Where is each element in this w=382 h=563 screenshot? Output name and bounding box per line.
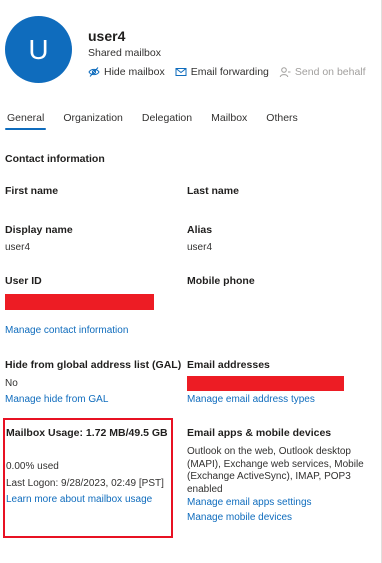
contact-section-title: Contact information [5,153,105,165]
tab-bar: General Organization Delegation Mailbox … [5,112,315,130]
mail-icon [175,66,187,78]
user-name: user4 [88,28,126,44]
alias-value: user4 [187,242,213,253]
manage-gal-link[interactable]: Manage hide from GAL [5,394,108,405]
hide-icon [88,66,100,78]
user-id-label: User ID [5,275,42,287]
send-on-behalf-button[interactable]: Send on behalf [279,66,366,78]
hide-mailbox-label: Hide mailbox [104,66,165,78]
email-apps-label: Email apps & mobile devices [187,427,332,439]
mailbox-details-panel: U user4 Shared mailbox Hide mailbox Emai… [0,0,382,563]
tab-organization[interactable]: Organization [61,112,125,130]
tab-mailbox[interactable]: Mailbox [209,112,249,130]
gal-value: No [5,378,18,389]
manage-email-apps-link[interactable]: Manage email apps settings [187,497,312,508]
manage-contact-link[interactable]: Manage contact information [5,325,128,336]
email-address-redaction [187,376,344,391]
display-name-value: user4 [5,242,31,253]
email-addresses-label: Email addresses [187,359,270,371]
first-name-label: First name [5,185,59,197]
tab-delegation[interactable]: Delegation [140,112,194,130]
mailbox-type: Shared mailbox [88,47,161,59]
tab-general[interactable]: General [5,112,47,130]
tab-others[interactable]: Others [264,112,300,130]
last-name-label: Last name [187,185,239,197]
mailbox-usage-percent: 0.00% used [6,461,59,472]
email-forwarding-button[interactable]: Email forwarding [175,66,269,78]
avatar: U [5,16,72,83]
header-actions: Hide mailbox Email forwarding Send on be… [88,66,376,78]
mobile-phone-label: Mobile phone [187,275,255,287]
send-on-behalf-label: Send on behalf [294,66,366,78]
alias-label: Alias [187,224,213,236]
gal-label: Hide from global address list (GAL) [5,359,182,371]
hide-mailbox-button[interactable]: Hide mailbox [88,66,165,78]
person-icon [279,66,291,78]
last-logon-text: Last Logon: 9/28/2023, 02:49 [PST] [6,478,164,489]
learn-mailbox-usage-link[interactable]: Learn more about mailbox usage [6,494,152,505]
manage-email-address-types-link[interactable]: Manage email address types [187,394,315,405]
user-id-redaction [5,294,154,310]
display-name-label: Display name [5,224,73,236]
email-forwarding-label: Email forwarding [190,66,269,78]
manage-mobile-devices-link[interactable]: Manage mobile devices [187,512,292,523]
mailbox-usage-label: Mailbox Usage: 1.72 MB/49.5 GB [6,427,168,439]
email-apps-description: Outlook on the web, Outlook desktop (MAP… [187,446,364,495]
